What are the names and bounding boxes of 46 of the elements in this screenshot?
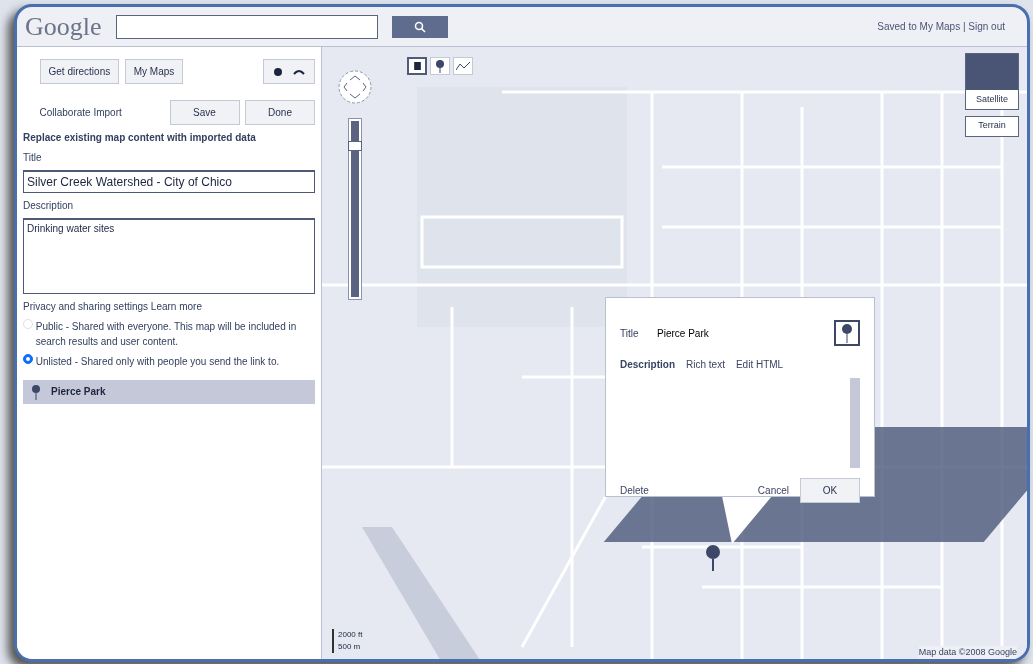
hand-tool-button[interactable] [407, 57, 427, 75]
zoom-slider-thumb[interactable] [348, 141, 362, 152]
popup-tab[interactable]: Edit HTML [735, 357, 784, 372]
privacy-option[interactable]: Unlisted - Shared only with people you send the link to. [23, 354, 315, 369]
placemark-icon [840, 323, 854, 343]
placemark-tool-button[interactable] [429, 57, 450, 75]
hand-icon [413, 62, 421, 70]
google-logo[interactable]: Google [25, 7, 102, 46]
popup-tab[interactable]: Rich text [686, 357, 725, 372]
toolbar-button[interactable]: My Maps [124, 59, 184, 84]
feature-name: Pierce Park [51, 385, 106, 399]
collaborate-import-links[interactable]: Collaborate Import [39, 105, 122, 120]
option-text: Unlisted - Shared only with people you send the link to. [35, 355, 280, 369]
line-tool-button[interactable] [452, 57, 473, 75]
popup-title-label: Title [620, 326, 639, 341]
map-type-button[interactable]: Satellite [965, 53, 1019, 110]
satellite-thumbnail [966, 54, 1018, 90]
scale-label: 500 m [338, 641, 362, 653]
cancel-link[interactable]: Cancel [757, 482, 789, 498]
placemark-icon [435, 59, 444, 73]
pan-control[interactable] [337, 69, 373, 105]
import-notice: Replace existing map content with imported data [23, 131, 257, 145]
account-links[interactable]: Saved to My Maps | Sign out [877, 19, 1005, 34]
toolbar-button[interactable]: Get directions [39, 59, 120, 84]
title-field[interactable]: Silver Creek Watershed - City of Chico [23, 170, 315, 193]
map-type-button[interactable]: Terrain [965, 115, 1019, 137]
search-icon [413, 20, 426, 33]
title-label: Title [23, 151, 43, 165]
action-button[interactable]: Save [169, 100, 240, 125]
placemark-style-button[interactable] [834, 320, 860, 346]
action-button[interactable]: Done [245, 100, 315, 125]
delete-link[interactable]: Delete [620, 482, 649, 498]
search-button[interactable] [391, 15, 448, 38]
description-field[interactable]: Drinking water sites [23, 218, 315, 294]
scale-label: 2000 ft [338, 629, 363, 641]
description-label: Description [23, 199, 75, 213]
privacy-settings-label: Privacy and sharing settings Learn more [23, 300, 203, 314]
ok-button[interactable]: OK [800, 477, 860, 503]
line-icon [455, 62, 470, 70]
zoom-slider[interactable] [349, 119, 361, 299]
print-link-button[interactable] [263, 59, 315, 84]
placemark-icon [31, 383, 41, 400]
search-field[interactable] [115, 14, 378, 39]
popup-tab[interactable]: Description [620, 357, 675, 372]
feature-list-item[interactable]: Pierce Park [23, 379, 315, 404]
radio-button[interactable] [23, 354, 33, 364]
